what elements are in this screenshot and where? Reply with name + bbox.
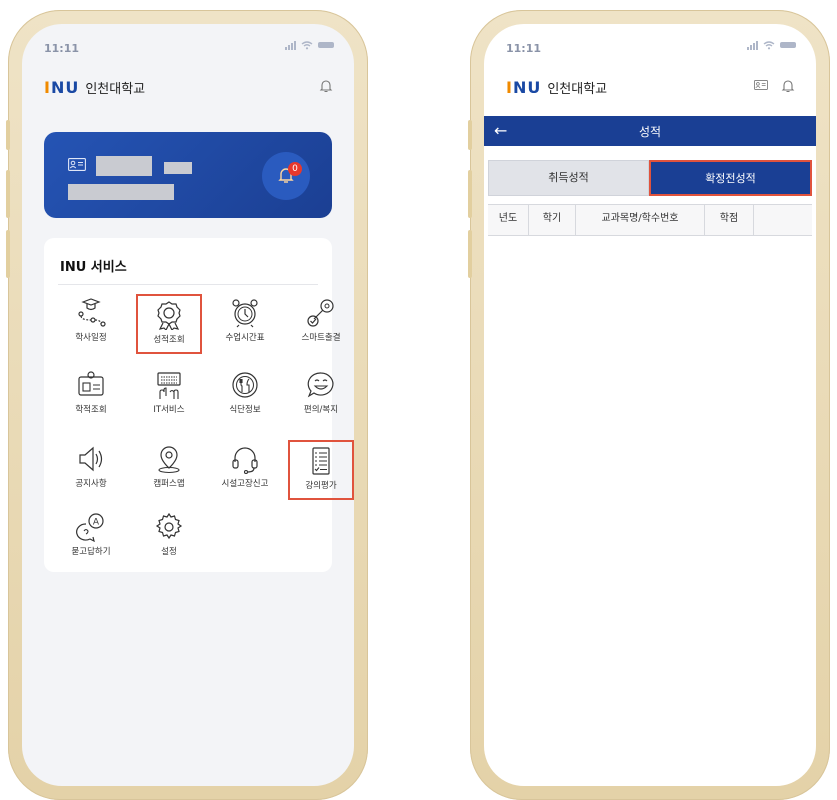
keyboard-icon — [157, 372, 181, 399]
service-label: 수업시간표 — [225, 333, 265, 343]
status-bar: 11:11 — [504, 40, 796, 56]
grade-tabs: 취득성적 확정전성적 — [488, 160, 812, 196]
service-it[interactable]: IT서비스 — [136, 366, 202, 426]
service-label: 강의평가 — [305, 481, 337, 491]
id-card-icon[interactable] — [754, 80, 768, 90]
service-academic-calendar[interactable]: 학사일정 — [58, 294, 124, 354]
dining-icon — [232, 372, 258, 398]
column-header-semester: 학기 — [529, 205, 576, 235]
logo-letter-u: U — [527, 78, 541, 97]
university-name: 인천대학교 — [547, 82, 608, 97]
service-grade-inquiry[interactable]: 성적조회 — [136, 294, 202, 354]
service-campus-map[interactable]: 캠퍼스맵 — [136, 440, 202, 500]
service-timetable[interactable]: 수업시간표 — [212, 294, 278, 354]
signal-icon — [747, 40, 758, 50]
id-card-icon — [68, 158, 86, 171]
service-smart-attendance[interactable]: 스마트출결 — [288, 294, 354, 354]
redacted-id — [164, 162, 192, 174]
service-label: 식단정보 — [229, 405, 261, 415]
ribbon-award-icon — [157, 301, 181, 330]
service-facility-report[interactable]: 시설고장신고 — [212, 440, 278, 500]
redacted-name — [96, 156, 152, 176]
phone-side-button — [6, 170, 10, 218]
service-label: 학사일정 — [75, 333, 107, 343]
page-header-bar: ← 성적 — [484, 116, 816, 146]
service-notices[interactable]: 공지사항 — [58, 440, 124, 500]
checklist-icon — [312, 447, 330, 475]
tab-earned-grades[interactable]: 취득성적 — [488, 160, 649, 196]
graduation-path-icon — [78, 298, 106, 327]
key-check-icon — [307, 299, 334, 327]
speaker-icon — [79, 446, 103, 472]
logo-letter-i: I — [506, 78, 512, 97]
logo-letter-u: U — [65, 78, 79, 97]
service-menu-info[interactable]: 식단정보 — [212, 366, 278, 426]
battery-icon — [780, 42, 796, 48]
service-settings[interactable]: 설정 — [136, 508, 202, 568]
left-phone-frame: 11:11 I N U 인천대학교 0 INU 서비스 학사일정 성적조회 수업… — [6, 10, 368, 800]
service-label: 캠퍼스맵 — [153, 479, 185, 489]
app-header: I N U 인천대학교 — [484, 66, 816, 102]
inu-logo[interactable]: I N U 인천대학교 — [44, 78, 145, 97]
phone-side-button — [6, 230, 10, 278]
map-pin-icon — [158, 446, 180, 474]
service-label: IT서비스 — [153, 405, 185, 415]
alarm-clock-icon — [232, 299, 258, 328]
service-course-evaluation[interactable]: 강의평가 — [288, 440, 354, 500]
column-header-credits: 학점 — [705, 205, 754, 235]
status-time: 11:11 — [506, 42, 542, 55]
service-label: 학적조회 — [75, 405, 107, 415]
services-title: INU 서비스 — [60, 260, 127, 275]
student-id-card[interactable]: 0 — [44, 132, 332, 218]
column-header-blank — [754, 205, 812, 235]
service-label: 설정 — [161, 547, 177, 557]
notification-badge: 0 — [288, 162, 302, 176]
column-header-year: 년도 — [488, 205, 529, 235]
column-header-course: 교과목명/학수번호 — [576, 205, 705, 235]
page-title: 성적 — [638, 125, 662, 139]
phone-side-button — [468, 120, 472, 150]
svg-text:A: A — [93, 518, 100, 528]
service-label: 편의/복지 — [303, 405, 339, 415]
left-phone-screen: 11:11 I N U 인천대학교 0 INU 서비스 학사일정 성적조회 수업… — [22, 24, 354, 786]
service-label: 시설고장신고 — [221, 479, 269, 489]
university-name: 인천대학교 — [85, 82, 146, 97]
logo-letter-i: I — [44, 78, 50, 97]
gear-icon — [155, 512, 183, 540]
logo-letter-n: N — [50, 78, 65, 97]
redacted-department — [68, 184, 174, 200]
id-card-icon — [78, 371, 104, 396]
inu-services-panel: INU 서비스 학사일정 성적조회 수업시간표 스마트출결 학적조회 IT서비스… — [44, 238, 354, 572]
inu-logo[interactable]: I N U 인천대학교 — [506, 78, 607, 97]
bell-icon[interactable] — [318, 78, 334, 94]
right-phone-screen: 11:11 I N U 인천대학교 ← 성적 취득성적 확정전성적 년도 학기 … — [484, 24, 816, 786]
wifi-icon — [301, 40, 313, 49]
signal-icon — [285, 40, 296, 50]
service-label: 스마트출결 — [301, 333, 341, 343]
logo-letter-n: N — [512, 78, 527, 97]
service-label: 공지사항 — [75, 479, 107, 489]
smile-chat-icon — [307, 372, 334, 398]
qa-bubble-icon: A — [76, 513, 104, 542]
service-label: 성적조회 — [153, 335, 185, 345]
app-header: I N U 인천대학교 — [22, 66, 354, 102]
tab-preliminary-grades[interactable]: 확정전성적 — [649, 160, 812, 196]
service-welfare[interactable]: 편의/복지 — [288, 366, 354, 426]
service-qna[interactable]: A 묻고답하기 — [58, 508, 124, 568]
status-bar: 11:11 — [42, 40, 334, 56]
grade-table-header: 년도 학기 교과목명/학수번호 학점 — [488, 204, 812, 236]
headset-icon — [232, 447, 258, 474]
phone-side-button — [468, 170, 472, 218]
service-label: 묻고답하기 — [71, 547, 111, 557]
phone-side-button — [6, 120, 10, 150]
service-academic-records[interactable]: 학적조회 — [58, 366, 124, 426]
right-phone-frame: 11:11 I N U 인천대학교 ← 성적 취득성적 확정전성적 년도 학기 … — [468, 10, 830, 800]
divider — [58, 284, 318, 285]
status-time: 11:11 — [44, 42, 80, 55]
bell-icon[interactable] — [780, 78, 796, 94]
phone-side-button — [468, 230, 472, 278]
notification-button[interactable]: 0 — [262, 152, 310, 200]
wifi-icon — [763, 40, 775, 49]
battery-icon — [318, 42, 334, 48]
